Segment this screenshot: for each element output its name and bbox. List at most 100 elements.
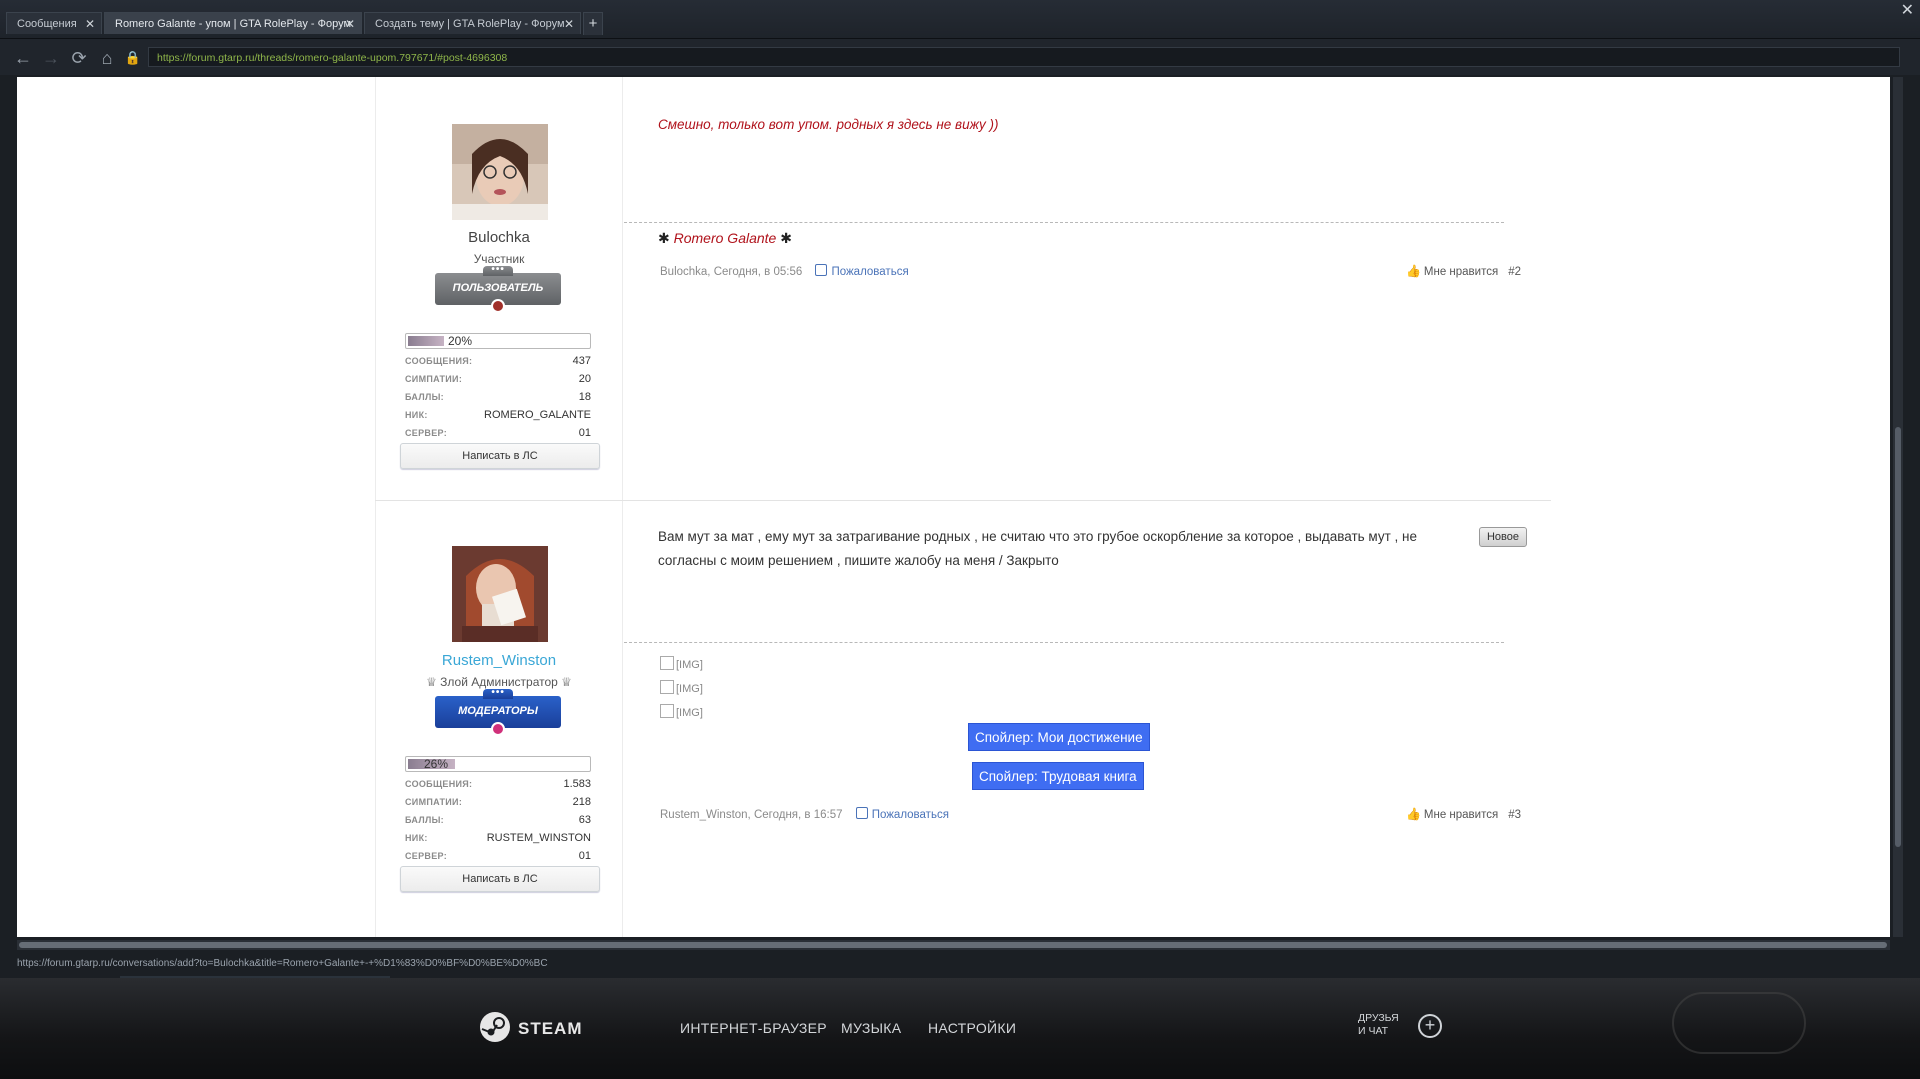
nav-music[interactable]: МУЗЫКА [841, 1020, 901, 1036]
progress-bar: 26% [405, 756, 591, 772]
tab-label: Romero Galante - упом | GTA RolePlay - Ф… [115, 18, 352, 30]
report-link[interactable]: Пожаловаться [855, 807, 949, 821]
tab-close-icon[interactable]: ✕ [85, 13, 95, 34]
report-label: Пожаловаться [831, 266, 909, 278]
horizontal-scrollbar[interactable] [17, 940, 1890, 950]
page-viewport: Bulochka Участник ••• ПОЛЬЗОВАТЕЛЬ 20% С… [17, 77, 1890, 937]
badge-label: МОДЕРАТОРЫ [458, 705, 538, 717]
forward-arrow-icon[interactable]: → [40, 47, 62, 69]
send-pm-button[interactable]: Написать в ЛС [400, 866, 600, 892]
vertical-scrollbar[interactable] [1893, 77, 1903, 937]
nav-settings[interactable]: НАСТРОЙКИ [928, 1020, 1016, 1036]
stat-key: СЕРВЕР: [405, 851, 447, 861]
browser-nav-bar: ← → ⟳ ⌂ 🔒 https://forum.gtarp.ru/threads… [0, 39, 1920, 75]
badge-gem-icon [491, 299, 505, 313]
reload-icon[interactable]: ⟳ [68, 47, 90, 69]
avatar[interactable] [452, 546, 548, 642]
user-info-panel: Bulochka Участник ••• ПОЛЬЗОВАТЕЛЬ 20% С… [375, 77, 623, 501]
stat-row: СЕРВЕР: 01 [405, 424, 591, 442]
send-pm-button[interactable]: Написать в ЛС [400, 443, 600, 469]
user-group-badge: ••• ПОЛЬЗОВАТЕЛЬ [435, 265, 561, 313]
tab-thread[interactable]: Romero Galante - упом | GTA RolePlay - Ф… [104, 12, 362, 34]
steam-bottom-bar: STEAM ИНТЕРНЕТ-БРАУЗЕР МУЗЫКА НАСТРОЙКИ … [0, 978, 1920, 1079]
stat-key: БАЛЛЫ: [405, 815, 444, 825]
tab-messages[interactable]: Сообщения ✕ [6, 12, 102, 34]
spoiler-achievements-button[interactable]: Спойлер: Мои достижение [968, 723, 1150, 751]
stat-key: СИМПАТИИ: [405, 374, 463, 384]
steam-logo-icon [480, 1012, 510, 1042]
post-author-time[interactable]: Rustem_Winston, Сегодня, в 16:57 [660, 809, 843, 821]
stat-value: 218 [572, 796, 591, 808]
report-icon [815, 264, 828, 276]
steam-logo-text: STEAM [518, 1019, 583, 1038]
post-number[interactable]: #3 [1508, 809, 1521, 821]
friends-chat-button[interactable]: ДРУЗЬЯ И ЧАТ [1358, 1012, 1408, 1038]
home-icon[interactable]: ⌂ [96, 47, 118, 69]
like-button[interactable]: Мне нравится [1424, 809, 1498, 821]
tab-close-icon[interactable]: ✕ [564, 13, 574, 34]
stat-row: СЕРВЕР: 01 [405, 847, 591, 865]
star-icon: ✱ [658, 230, 670, 246]
scrollbar-thumb[interactable] [19, 942, 1887, 948]
stat-value: 437 [572, 355, 591, 367]
tab-label: Создать тему | GTA RolePlay - Форум [375, 18, 565, 30]
friends-label: ДРУЗЬЯ [1358, 1012, 1399, 1024]
stat-key: СООБЩЕНИЯ: [405, 356, 473, 366]
signature-divider [624, 642, 1504, 643]
stat-key: СООБЩЕНИЯ: [405, 779, 473, 789]
like-area: 👍 Мне нравится #2 [1406, 264, 1521, 278]
thumbs-up-icon[interactable]: 👍 [1406, 264, 1421, 278]
stat-value: 18 [578, 391, 591, 403]
image-icon [660, 704, 674, 718]
stat-key: НИК: [405, 833, 428, 843]
forum-post: Bulochka Участник ••• ПОЛЬЗОВАТЕЛЬ 20% С… [375, 77, 1551, 501]
stat-row: БАЛЛЫ: 63 [405, 811, 591, 829]
tab-create-topic[interactable]: Создать тему | GTA RolePlay - Форум ✕ [364, 12, 581, 34]
status-bar-url: https://forum.gtarp.ru/conversations/add… [17, 958, 548, 969]
progress-bar: 20% [405, 333, 591, 349]
chat-label: И ЧАТ [1358, 1025, 1389, 1037]
image-alt: [IMG] [676, 707, 703, 719]
stat-row: СООБЩЕНИЯ: 437 [405, 352, 591, 370]
stat-row: БАЛЛЫ: 18 [405, 388, 591, 406]
stat-value: RUSTEM_WINSTON [486, 832, 591, 844]
username[interactable]: Bulochka [376, 229, 622, 246]
report-link[interactable]: Пожаловаться [815, 264, 909, 278]
add-friend-icon[interactable]: + [1418, 1014, 1442, 1038]
browser-tab-bar: Сообщения ✕ Romero Galante - упом | GTA … [0, 0, 1920, 39]
post-number[interactable]: #2 [1508, 266, 1521, 278]
user-group-badge: ••• МОДЕРАТОРЫ [435, 688, 561, 736]
nav-web-browser[interactable]: ИНТЕРНЕТ-БРАУЗЕР [680, 1020, 827, 1036]
post-author-time[interactable]: Bulochka, Сегодня, в 05:56 [660, 266, 802, 278]
back-arrow-icon[interactable]: ← [12, 47, 34, 69]
badge-gem-icon [491, 722, 505, 736]
post-meta: Rustem_Winston, Сегодня, в 16:57 Пожалов… [660, 807, 949, 821]
post-content: Новое Вам мут за мат , ему мут за затраг… [622, 501, 1551, 937]
stat-key: СИМПАТИИ: [405, 797, 463, 807]
tab-close-icon[interactable]: ✕ [345, 13, 355, 34]
thumbs-up-icon[interactable]: 👍 [1406, 807, 1421, 821]
new-tab-button[interactable]: + [583, 12, 603, 35]
signature: ✱ Romero Galante ✱ [658, 230, 792, 247]
post-meta: Bulochka, Сегодня, в 05:56 Пожаловаться [660, 264, 909, 278]
spoiler-work-book-button[interactable]: Спойлер: Трудовая книга [972, 762, 1144, 790]
window-close-icon[interactable]: ✕ [1901, 0, 1914, 20]
stat-value: 01 [578, 427, 591, 439]
like-button[interactable]: Мне нравится [1424, 266, 1498, 278]
image-alt: [IMG] [676, 683, 703, 695]
image-icon [660, 680, 674, 694]
avatar[interactable] [452, 124, 548, 220]
user-stats: СООБЩЕНИЯ: 437 СИМПАТИИ: 20 БАЛЛЫ: 18 НИК: R… [405, 352, 591, 442]
badge-label: ПОЛЬЗОВАТЕЛЬ [452, 282, 544, 294]
broken-image: [IMG] [660, 680, 703, 695]
scrollbar-thumb[interactable] [1895, 427, 1901, 847]
stat-row: СООБЩЕНИЯ: 1.583 [405, 775, 591, 793]
forum-post: Rustem_Winston ♕ Злой Администратор ♕ ••… [375, 500, 1551, 937]
post-message: Смешно, только вот упом. родных я здесь … [658, 117, 999, 132]
post-message: Вам мут за мат , ему мут за затрагивание… [658, 529, 1418, 568]
stat-key: БАЛЛЫ: [405, 392, 444, 402]
stat-value: 20 [578, 373, 591, 385]
username[interactable]: Rustem_Winston [376, 652, 622, 669]
stat-row: НИК: RUSTEM_WINSTON [405, 829, 591, 847]
url-field[interactable]: https://forum.gtarp.ru/threads/romero-ga… [148, 47, 1900, 67]
